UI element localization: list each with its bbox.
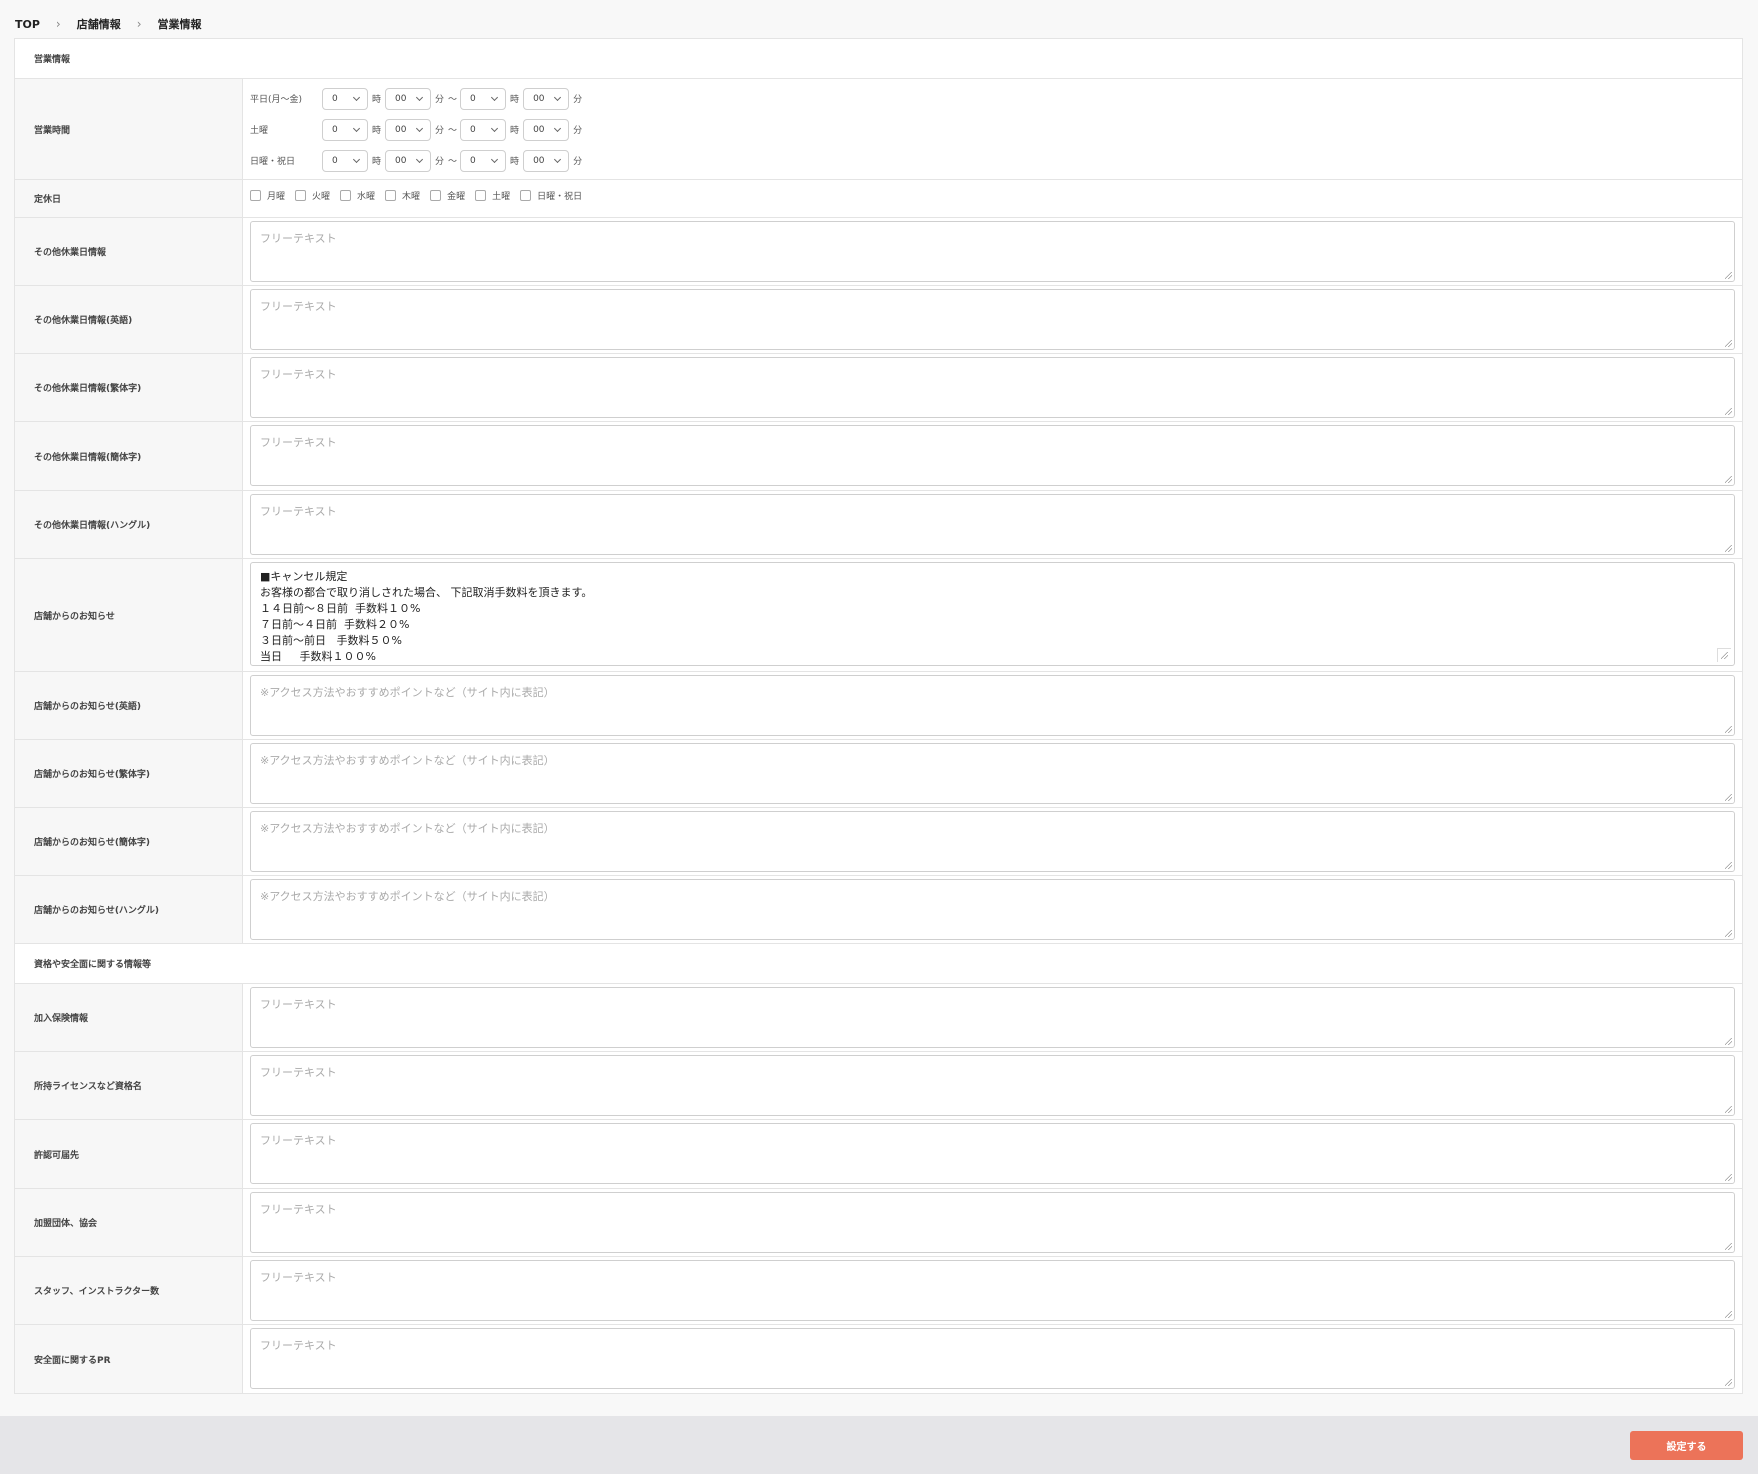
checkbox[interactable]	[385, 189, 397, 201]
end-minute-select[interactable]: 00	[523, 149, 570, 172]
start-minute-select[interactable]: 00	[385, 87, 432, 110]
field-label: 店舗からのお知らせ(繁体字)	[15, 740, 243, 807]
row-insurance-info: 加入保険情報 フリーテキスト	[15, 984, 1742, 1052]
field-label: 加盟団体、協会	[15, 1189, 243, 1256]
store-notice-zh-cn-textarea[interactable]: ※アクセス方法やおすすめポイントなど（サイト内に表記）	[250, 811, 1735, 872]
field-label: スタッフ、インストラクター数	[15, 1257, 243, 1324]
row-safety-pr: 安全面に関するPR フリーテキスト	[15, 1325, 1742, 1393]
other-holiday-info-textarea[interactable]: フリーテキスト	[250, 221, 1735, 282]
field-label: 店舗からのお知らせ(英語)	[15, 672, 243, 739]
chevron-right-icon: ›	[136, 17, 142, 31]
other-holiday-info-en-textarea[interactable]: フリーテキスト	[250, 289, 1735, 350]
business-info-panel: 営業情報 営業時間 平日(月〜金) 0 時 00 分 〜 0 時 00 分 土曜…	[14, 38, 1743, 1394]
field-label: その他休業日情報	[15, 218, 243, 285]
checkbox[interactable]	[520, 189, 532, 201]
field-label: 店舗からのお知らせ	[15, 559, 243, 671]
row-permit-authority: 許認可届先 フリーテキスト	[15, 1120, 1742, 1189]
hours-row-sunday-holiday: 日曜・祝日 0 時 00 分 〜 0 時 00 分	[250, 145, 1735, 176]
row-store-notice-en: 店舗からのお知らせ(英語) ※アクセス方法やおすすめポイントなど（サイト内に表記…	[15, 672, 1742, 740]
store-notice-en-textarea[interactable]: ※アクセス方法やおすすめポイントなど（サイト内に表記）	[250, 675, 1735, 736]
holiday-checkbox-mon[interactable]: 月曜	[250, 189, 285, 202]
label-regular-holidays: 定休日	[15, 180, 243, 217]
breadcrumb-business-info: 営業情報	[157, 18, 202, 31]
hours-row-weekday: 平日(月〜金) 0 時 00 分 〜 0 時 00 分	[250, 83, 1735, 114]
chevron-right-icon: ›	[55, 17, 61, 31]
end-hour-select[interactable]: 0	[460, 87, 507, 110]
staff-count-textarea[interactable]: フリーテキスト	[250, 1260, 1735, 1321]
hours-day-label: 日曜・祝日	[250, 157, 296, 167]
footer-bar	[0, 1416, 1758, 1474]
field-label: その他休業日情報(英語)	[15, 286, 243, 353]
start-hour-select[interactable]: 0	[322, 118, 368, 141]
row-other-holiday-info-zh-cn: その他休業日情報(簡体字) フリーテキスト	[15, 422, 1742, 491]
safety-pr-textarea[interactable]: フリーテキスト	[250, 1328, 1735, 1389]
row-other-holiday-info-zh-tw: その他休業日情報(繁体字) フリーテキスト	[15, 354, 1742, 422]
field-label: 安全面に関するPR	[15, 1325, 243, 1393]
checkbox[interactable]	[250, 189, 261, 201]
label-business-hours: 営業時間	[15, 79, 243, 179]
field-label: 許認可届先	[15, 1120, 243, 1188]
row-regular-holidays: 定休日 月曜 火曜 水曜 木曜 金曜 土曜 日曜・祝日	[15, 180, 1742, 218]
field-label: その他休業日情報(ハングル)	[15, 491, 243, 558]
row-license-names: 所持ライセンスなど資格名 フリーテキスト	[15, 1052, 1742, 1120]
checkbox[interactable]	[340, 189, 352, 201]
hours-group: 平日(月〜金) 0 時 00 分 〜 0 時 00 分 土曜 0 時 00 分 …	[243, 79, 1742, 179]
holiday-checkbox-tue[interactable]: 火曜	[295, 189, 330, 202]
submit-button[interactable]: 設定する	[1630, 1431, 1743, 1460]
row-staff-count: スタッフ、インストラクター数 フリーテキスト	[15, 1257, 1742, 1325]
other-holiday-info-zh-tw-textarea[interactable]: フリーテキスト	[250, 357, 1735, 418]
permit-authority-textarea[interactable]: フリーテキスト	[250, 1123, 1735, 1184]
field-label: 店舗からのお知らせ(ハングル)	[15, 876, 243, 943]
row-store-notice-ko: 店舗からのお知らせ(ハングル) ※アクセス方法やおすすめポイントなど（サイト内に…	[15, 876, 1742, 944]
holiday-checkboxes: 月曜 火曜 水曜 木曜 金曜 土曜 日曜・祝日	[243, 180, 1742, 217]
affiliated-organizations-textarea[interactable]: フリーテキスト	[250, 1192, 1735, 1253]
holiday-checkbox-fri[interactable]: 金曜	[430, 189, 465, 202]
section-title-business: 営業情報	[15, 39, 1742, 79]
hours-day-label: 平日(月〜金)	[250, 95, 303, 105]
row-other-holiday-info-ko: その他休業日情報(ハングル) フリーテキスト	[15, 491, 1742, 559]
row-store-notice-zh-cn: 店舗からのお知らせ(簡体字) ※アクセス方法やおすすめポイントなど（サイト内に表…	[15, 808, 1742, 876]
other-holiday-info-zh-cn-textarea[interactable]: フリーテキスト	[250, 425, 1735, 486]
field-label: その他休業日情報(繁体字)	[15, 354, 243, 421]
checkbox[interactable]	[295, 189, 307, 201]
start-hour-select[interactable]: 0	[322, 87, 368, 110]
field-label: 所持ライセンスなど資格名	[15, 1052, 243, 1119]
field-label: その他休業日情報(簡体字)	[15, 422, 243, 490]
insurance-info-textarea[interactable]: フリーテキスト	[250, 987, 1735, 1048]
resize-handle-icon[interactable]	[1717, 648, 1731, 662]
row-store-notice-zh-tw: 店舗からのお知らせ(繁体字) ※アクセス方法やおすすめポイントなど（サイト内に表…	[15, 740, 1742, 808]
checkbox[interactable]	[430, 189, 442, 201]
holiday-checkbox-thu[interactable]: 木曜	[385, 189, 420, 202]
row-business-hours: 営業時間 平日(月〜金) 0 時 00 分 〜 0 時 00 分 土曜 0 時 …	[15, 79, 1742, 180]
other-holiday-info-ko-textarea[interactable]: フリーテキスト	[250, 494, 1735, 555]
end-minute-select[interactable]: 00	[523, 87, 570, 110]
breadcrumb-store-info[interactable]: 店舗情報	[77, 16, 121, 32]
end-hour-select[interactable]: 0	[460, 149, 507, 172]
field-label: 店舗からのお知らせ(簡体字)	[15, 808, 243, 875]
license-names-textarea[interactable]: フリーテキスト	[250, 1055, 1735, 1116]
holiday-checkbox-wed[interactable]: 水曜	[340, 189, 375, 202]
row-other-holiday-info-en: その他休業日情報(英語) フリーテキスト	[15, 286, 1742, 354]
section-title-qualifications: 資格や安全面に関する情報等	[15, 944, 1742, 984]
hours-row-saturday: 土曜 0 時 00 分 〜 0 時 00 分	[250, 114, 1735, 145]
breadcrumb: TOP › 店舗情報 › 営業情報	[15, 16, 202, 32]
row-other-holiday-info: その他休業日情報 フリーテキスト	[15, 218, 1742, 286]
holiday-checkbox-sun-holiday[interactable]: 日曜・祝日	[520, 189, 582, 202]
checkbox[interactable]	[475, 189, 487, 201]
breadcrumb-top[interactable]: TOP	[15, 18, 40, 31]
store-notice-textarea[interactable]: ■キャンセル規定 お客様の都合で取り消しされた場合、 下記取消手数料を頂きます。…	[250, 562, 1735, 666]
store-notice-ko-textarea[interactable]: ※アクセス方法やおすすめポイントなど（サイト内に表記）	[250, 879, 1735, 940]
field-label: 加入保険情報	[15, 984, 243, 1051]
hours-day-label: 土曜	[250, 126, 269, 136]
row-affiliated-organizations: 加盟団体、協会 フリーテキスト	[15, 1189, 1742, 1257]
start-minute-select[interactable]: 00	[385, 118, 432, 141]
end-minute-select[interactable]: 00	[523, 118, 570, 141]
start-hour-select[interactable]: 0	[322, 149, 368, 172]
holiday-checkbox-sat[interactable]: 土曜	[475, 189, 510, 202]
store-notice-zh-tw-textarea[interactable]: ※アクセス方法やおすすめポイントなど（サイト内に表記）	[250, 743, 1735, 804]
row-store-notice: 店舗からのお知らせ ■キャンセル規定 お客様の都合で取り消しされた場合、 下記取…	[15, 559, 1742, 672]
end-hour-select[interactable]: 0	[460, 118, 507, 141]
start-minute-select[interactable]: 00	[385, 149, 432, 172]
